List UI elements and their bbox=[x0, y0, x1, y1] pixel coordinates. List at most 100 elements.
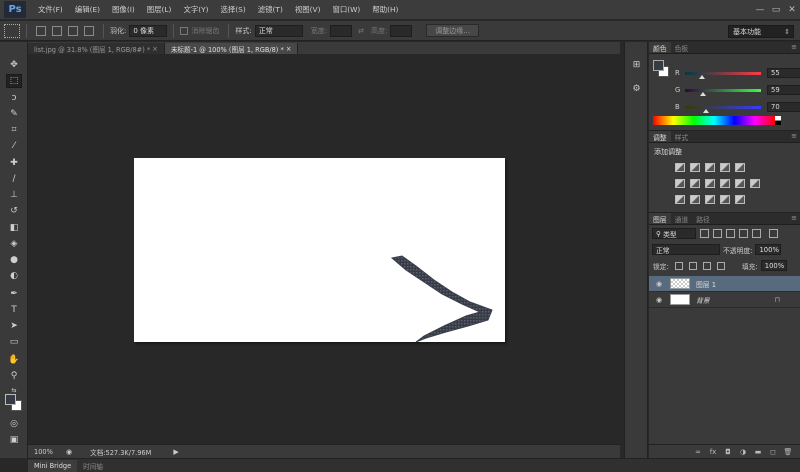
smart-object-filter-icon[interactable] bbox=[752, 229, 761, 238]
threshold-icon[interactable] bbox=[705, 194, 715, 204]
zoom-tool-icon[interactable]: ⚲ bbox=[6, 369, 22, 383]
new-adjustment-icon[interactable]: ◑ bbox=[737, 448, 749, 456]
gradient-map-icon[interactable] bbox=[735, 194, 745, 204]
type-tool-icon[interactable]: T bbox=[6, 303, 22, 317]
new-group-icon[interactable]: ▬ bbox=[752, 448, 764, 456]
tab-channels[interactable]: 通道 bbox=[671, 213, 693, 224]
green-slider-thumb[interactable] bbox=[700, 91, 706, 96]
eraser-tool-icon[interactable]: ◧ bbox=[6, 221, 22, 235]
tab-styles[interactable]: 样式 bbox=[671, 131, 693, 142]
panel-menu-icon[interactable]: ≡ bbox=[791, 43, 797, 51]
dodge-tool-icon[interactable]: ◐ bbox=[6, 269, 22, 283]
black-white-icon[interactable] bbox=[705, 178, 715, 188]
intersect-selection-icon[interactable] bbox=[84, 25, 94, 36]
width-input[interactable] bbox=[330, 24, 353, 37]
tab-list-jpg[interactable]: list.jpg @ 31.8% (图层 1, RGB/8#) * × bbox=[28, 43, 165, 54]
link-layers-icon[interactable]: ∞ bbox=[692, 448, 704, 456]
status-menu-arrow-icon[interactable]: ▶ bbox=[173, 448, 178, 456]
add-mask-icon[interactable]: ◘ bbox=[722, 448, 734, 456]
screen-mode-icon[interactable]: ▣ bbox=[6, 433, 22, 447]
refine-edge-button[interactable]: 调整边缘... bbox=[426, 24, 479, 37]
menu-edit[interactable]: 编辑(E) bbox=[69, 4, 106, 15]
filter-toggle-icon[interactable] bbox=[769, 229, 778, 238]
marquee-preset-icon[interactable] bbox=[4, 23, 20, 38]
feather-input[interactable]: 0 像素 bbox=[129, 24, 168, 37]
status-options-icon[interactable]: ◉ bbox=[66, 448, 72, 456]
tab-timeline[interactable]: 时间轴 bbox=[77, 460, 109, 472]
crop-tool-icon[interactable]: ⌗ bbox=[6, 123, 22, 137]
maximize-icon[interactable]: ▭ bbox=[768, 0, 784, 20]
menu-filter[interactable]: 滤镜(T) bbox=[252, 4, 289, 15]
tab-close-icon[interactable]: × bbox=[152, 45, 158, 53]
tab-adjustments[interactable]: 调整 bbox=[649, 131, 671, 142]
curves-icon[interactable] bbox=[705, 162, 715, 172]
add-selection-icon[interactable] bbox=[52, 25, 62, 36]
history-panel-icon[interactable]: ⊞ bbox=[629, 58, 644, 72]
fill-input[interactable]: 100% bbox=[760, 260, 787, 271]
tab-mini-bridge[interactable]: Mini Bridge bbox=[28, 459, 78, 472]
tab-swatches[interactable]: 色板 bbox=[671, 42, 693, 53]
type-filter-icon[interactable] bbox=[726, 229, 735, 238]
invert-icon[interactable] bbox=[675, 194, 685, 204]
panel-menu-icon[interactable]: ≡ bbox=[791, 214, 797, 222]
red-slider-thumb[interactable] bbox=[699, 74, 705, 79]
hue-saturation-icon[interactable] bbox=[675, 178, 685, 188]
selective-color-icon[interactable] bbox=[720, 194, 730, 204]
antialias-checkbox[interactable] bbox=[180, 26, 189, 35]
shape-filter-icon[interactable] bbox=[739, 229, 748, 238]
vibrance-icon[interactable] bbox=[735, 162, 745, 172]
eyedropper-tool-icon[interactable]: ⁄ bbox=[6, 139, 22, 153]
rectangle-tool-icon[interactable]: ▭ bbox=[6, 335, 22, 349]
lock-transparency-icon[interactable] bbox=[674, 261, 683, 270]
green-value[interactable]: 59 bbox=[767, 85, 800, 95]
path-select-tool-icon[interactable]: ➤ bbox=[6, 319, 22, 333]
brush-tool-icon[interactable]: ∕ bbox=[6, 172, 22, 186]
properties-panel-icon[interactable]: ⚙ bbox=[629, 82, 644, 96]
height-input[interactable] bbox=[390, 24, 413, 37]
menu-image[interactable]: 图像(I) bbox=[106, 4, 141, 15]
tab-close-icon[interactable]: × bbox=[286, 45, 292, 53]
blue-value[interactable]: 70 bbox=[767, 102, 800, 112]
visibility-eye-icon[interactable]: ◉ bbox=[653, 280, 665, 288]
foreground-color-swatch[interactable] bbox=[5, 394, 16, 405]
menu-view[interactable]: 视图(V) bbox=[289, 4, 327, 15]
zoom-level[interactable]: 100% bbox=[34, 448, 60, 456]
lasso-tool-icon[interactable]: ↄ bbox=[6, 91, 22, 105]
menu-type[interactable]: 文字(Y) bbox=[177, 4, 214, 15]
filter-kind-select[interactable]: ⚲ 类型 bbox=[652, 228, 696, 239]
photo-filter-icon[interactable] bbox=[720, 178, 730, 188]
posterize-icon[interactable] bbox=[690, 194, 700, 204]
workspace-select[interactable]: 基本功能 bbox=[728, 25, 794, 38]
clone-stamp-tool-icon[interactable]: ⊥ bbox=[6, 188, 22, 202]
pixel-filter-icon[interactable] bbox=[700, 229, 709, 238]
tab-untitled-1[interactable]: 未标题-1 @ 100% (图层 1, RGB/8) * × bbox=[164, 43, 299, 54]
pen-tool-icon[interactable]: ✒ bbox=[6, 287, 22, 301]
red-slider[interactable] bbox=[685, 71, 761, 79]
marquee-tool-icon[interactable]: ⬚ bbox=[6, 74, 22, 88]
quick-select-tool-icon[interactable]: ✎ bbox=[6, 107, 22, 121]
document-window[interactable] bbox=[28, 54, 620, 444]
subtract-selection-icon[interactable] bbox=[68, 25, 78, 36]
new-selection-icon[interactable] bbox=[36, 25, 46, 36]
menu-layer[interactable]: 图层(L) bbox=[141, 4, 178, 15]
swap-icon[interactable]: ⇄ bbox=[358, 27, 364, 35]
lock-all-icon[interactable] bbox=[716, 261, 725, 270]
close-icon[interactable]: ✕ bbox=[784, 0, 800, 20]
red-value[interactable]: 55 bbox=[767, 68, 800, 78]
channel-mixer-icon[interactable] bbox=[735, 178, 745, 188]
new-layer-icon[interactable]: ◻ bbox=[767, 448, 779, 456]
layer-row-background[interactable]: ◉ 背景 ⊓ bbox=[649, 292, 800, 308]
blur-tool-icon[interactable]: ● bbox=[6, 253, 22, 267]
color-spectrum-ramp[interactable] bbox=[653, 116, 775, 125]
minimize-icon[interactable]: — bbox=[752, 0, 768, 20]
style-select[interactable]: 正常 bbox=[254, 24, 303, 37]
layer-row-layer-1[interactable]: ◉ 图层 1 bbox=[649, 276, 800, 292]
opacity-input[interactable]: 100% bbox=[755, 244, 782, 255]
blue-slider[interactable] bbox=[685, 105, 761, 113]
menu-select[interactable]: 选择(S) bbox=[215, 4, 252, 15]
black-white-ramp[interactable] bbox=[775, 116, 781, 125]
brightness-contrast-icon[interactable] bbox=[675, 162, 685, 172]
panel-menu-icon[interactable]: ≡ bbox=[791, 132, 797, 140]
menu-file[interactable]: 文件(F) bbox=[32, 4, 69, 15]
move-tool-icon[interactable]: ✥ bbox=[6, 58, 22, 72]
